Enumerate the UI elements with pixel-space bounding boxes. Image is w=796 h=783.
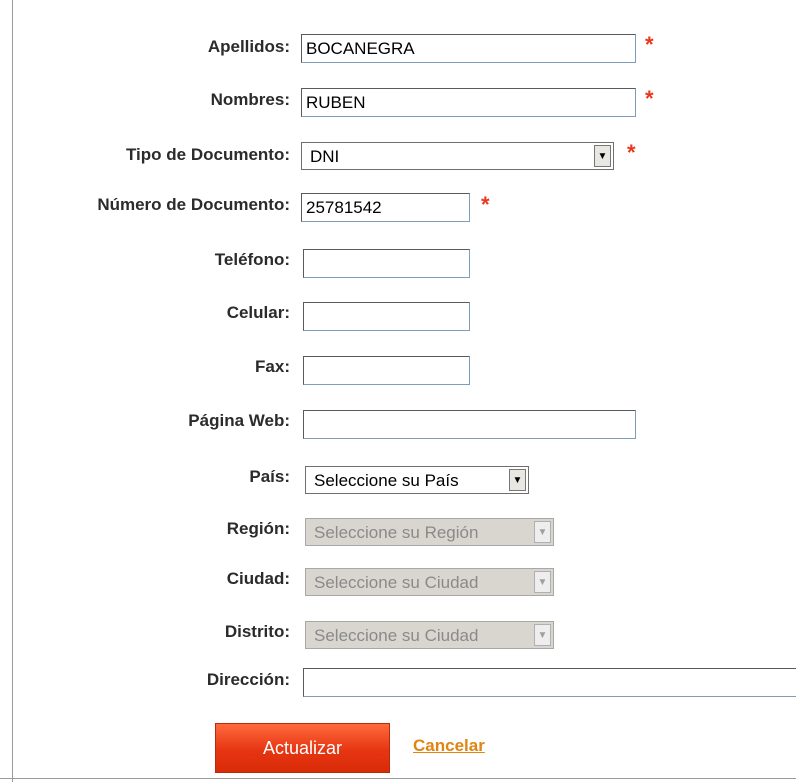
numero-documento-required-mark: * (481, 192, 490, 217)
chevron-down-icon: ▼ (534, 571, 551, 593)
direccion-label: Dirección: (206, 670, 290, 689)
distrito-label: Distrito: (224, 622, 290, 641)
telefono-label: Teléfono: (214, 250, 290, 269)
telefono-input[interactable] (303, 249, 470, 278)
numero-documento-input[interactable]: 25781542 (301, 193, 470, 222)
pagina-web-input[interactable] (303, 410, 636, 439)
tipo-documento-label: Tipo de Documento: (125, 145, 290, 164)
ciudad-select[interactable]: Seleccione su Ciudad ▼ (305, 568, 554, 596)
fax-input[interactable] (303, 356, 470, 385)
distrito-select[interactable]: Seleccione su Ciudad ▼ (305, 621, 554, 649)
chevron-down-icon: ▼ (534, 521, 551, 543)
region-select[interactable]: Seleccione su Región ▼ (305, 518, 554, 546)
tipo-documento-required-mark: * (627, 140, 636, 165)
distrito-value: Seleccione su Ciudad (314, 626, 479, 645)
form-panel-border (12, 0, 796, 782)
pais-value: Seleccione su País (314, 471, 459, 490)
tipo-documento-value: DNI (310, 147, 340, 166)
celular-input[interactable] (303, 302, 470, 331)
update-button[interactable]: Actualizar (215, 723, 390, 773)
pais-select[interactable]: Seleccione su País ▼ (305, 466, 529, 494)
ciudad-label: Ciudad: (226, 569, 290, 588)
region-label: Región: (226, 519, 290, 538)
fax-label: Fax: (255, 357, 290, 376)
apellidos-required-mark: * (645, 32, 654, 57)
region-value: Seleccione su Región (314, 523, 479, 542)
pagina-web-label: Página Web: (188, 411, 290, 430)
chevron-down-icon[interactable]: ▼ (509, 469, 526, 491)
direccion-input[interactable] (303, 668, 796, 697)
chevron-down-icon: ▼ (534, 624, 551, 646)
apellidos-input[interactable]: BOCANEGRA (301, 34, 636, 63)
tipo-documento-select[interactable]: DNI ▼ (301, 142, 614, 170)
nombres-required-mark: * (645, 86, 654, 111)
form-panel-bottom-border (0, 778, 796, 783)
apellidos-label: Apellidos: (207, 37, 290, 56)
pais-label: País: (249, 467, 290, 486)
celular-label: Celular: (226, 303, 290, 322)
nombres-label: Nombres: (210, 90, 290, 109)
ciudad-value: Seleccione su Ciudad (314, 573, 479, 592)
numero-documento-label: Número de Documento: (97, 195, 290, 214)
nombres-input[interactable]: RUBEN (301, 88, 636, 117)
chevron-down-icon[interactable]: ▼ (594, 145, 611, 167)
cancel-link[interactable]: Cancelar (413, 736, 485, 756)
